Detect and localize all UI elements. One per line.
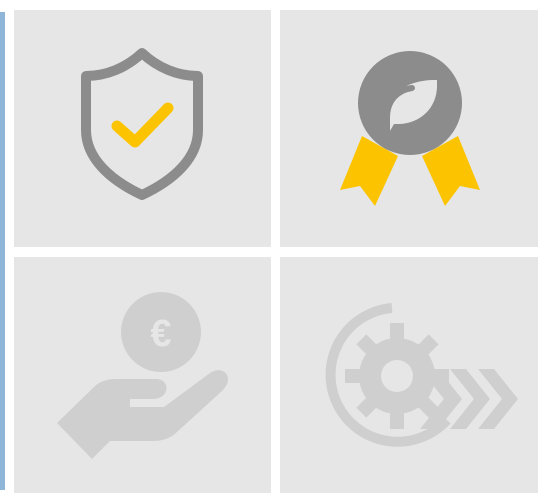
gear-fast-forward-icon	[325, 303, 518, 447]
tile-finance[interactable]: €	[14, 257, 271, 493]
tile-eco-award[interactable]	[280, 10, 538, 247]
euro-hand-icon: €	[57, 292, 228, 459]
tile-process[interactable]	[280, 257, 538, 493]
shield-check-icon	[81, 48, 203, 200]
eco-award-badge-icon	[340, 51, 480, 206]
tile-security[interactable]	[14, 10, 271, 247]
euro-symbol: €	[150, 313, 171, 355]
left-accent-bar	[0, 12, 5, 490]
